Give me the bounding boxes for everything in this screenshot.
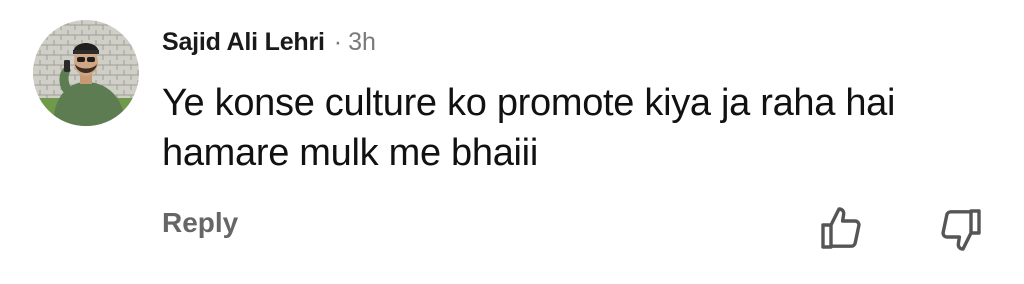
author-name[interactable]: Sajid Ali Lehri	[162, 28, 325, 57]
comment-text: Ye konse culture ko promote kiya ja raha…	[162, 82, 896, 174]
comment-header: Sajid Ali Lehri · 3h	[162, 24, 376, 60]
comment-timestamp: 3h	[348, 27, 376, 56]
reply-button[interactable]: Reply	[162, 207, 238, 239]
avatar-image	[33, 20, 139, 126]
like-button[interactable]	[817, 205, 865, 253]
dislike-button[interactable]	[937, 205, 985, 253]
thumbs-down-icon	[941, 209, 981, 251]
thumbs-up-icon	[821, 207, 861, 249]
comment-card: Sajid Ali Lehri · 3h Ye konse culture ko…	[0, 0, 1024, 284]
meta-separator: ·	[333, 27, 343, 56]
avatar[interactable]	[33, 20, 139, 126]
